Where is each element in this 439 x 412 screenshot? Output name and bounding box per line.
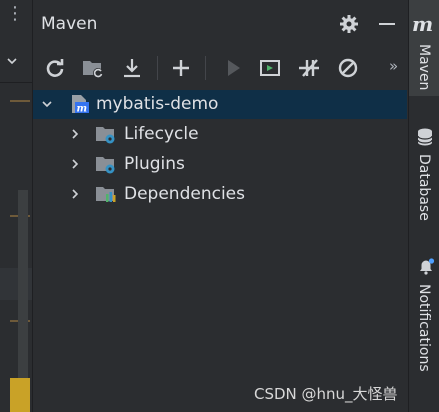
tree-item-plugins[interactable]: Plugins: [33, 150, 407, 179]
divider: [0, 82, 32, 83]
tree-item-label: Plugins: [124, 154, 185, 174]
tree-item-mybatis-demo[interactable]: m mybatis-demo: [33, 90, 407, 119]
gear-icon[interactable]: [339, 14, 359, 34]
notifications-tab-label[interactable]: Notifications: [416, 284, 432, 372]
svg-text:m: m: [77, 104, 88, 115]
execute-goal-icon[interactable]: [258, 56, 282, 80]
toolbar-separator: [157, 56, 158, 80]
chevron-down-icon[interactable]: [7, 56, 17, 66]
add-icon[interactable]: [169, 56, 193, 80]
plugins-folder-icon: [96, 157, 115, 174]
maven-panel: Maven » m mybatis-demo Lifecycle Plugins…: [33, 0, 407, 412]
more-vertical-icon[interactable]: ⋮: [6, 5, 24, 23]
maven-tool-icon[interactable]: m: [412, 12, 433, 36]
chevron-down-icon[interactable]: [41, 98, 53, 110]
download-icon[interactable]: [120, 56, 144, 80]
database-tab-label[interactable]: Database: [416, 154, 432, 221]
toggle-offline-icon[interactable]: [297, 56, 321, 80]
panel-title: Maven: [41, 14, 98, 34]
tree-item-lifecycle[interactable]: Lifecycle: [33, 120, 407, 149]
dependencies-folder-icon: [96, 187, 116, 202]
chevron-right-icon[interactable]: [69, 188, 81, 200]
tree-item-label: mybatis-demo: [96, 94, 219, 114]
folder-sync-icon[interactable]: [81, 56, 105, 80]
more-actions-icon[interactable]: »: [389, 57, 398, 75]
run-icon[interactable]: [221, 56, 245, 80]
editor-left-strip: ⋮: [0, 0, 33, 412]
lifecycle-folder-icon: [96, 127, 115, 144]
tree-item-dependencies[interactable]: Dependencies: [33, 180, 407, 209]
chevron-right-icon[interactable]: [69, 158, 81, 170]
maven-project-icon: m: [72, 95, 89, 115]
tree-item-label: Dependencies: [124, 184, 245, 204]
tree-item-label: Lifecycle: [124, 124, 199, 144]
watermark: CSDN @hnu_大怪兽: [254, 385, 398, 403]
panel-header: Maven: [33, 0, 407, 48]
chevron-right-icon[interactable]: [69, 128, 81, 140]
maven-toolbar: »: [33, 48, 407, 88]
database-icon[interactable]: [417, 128, 433, 146]
minimize-icon[interactable]: [379, 23, 395, 25]
maven-tab-label[interactable]: Maven: [416, 44, 432, 90]
skip-tests-icon[interactable]: [336, 56, 360, 80]
toolbar-separator: [205, 56, 206, 80]
bell-icon[interactable]: [417, 258, 435, 276]
right-tool-bar: m Maven Database Notifications: [408, 0, 439, 412]
reload-icon[interactable]: [43, 56, 67, 80]
gutter-marker: [10, 100, 30, 102]
scrollbar-highlight: [10, 378, 30, 412]
